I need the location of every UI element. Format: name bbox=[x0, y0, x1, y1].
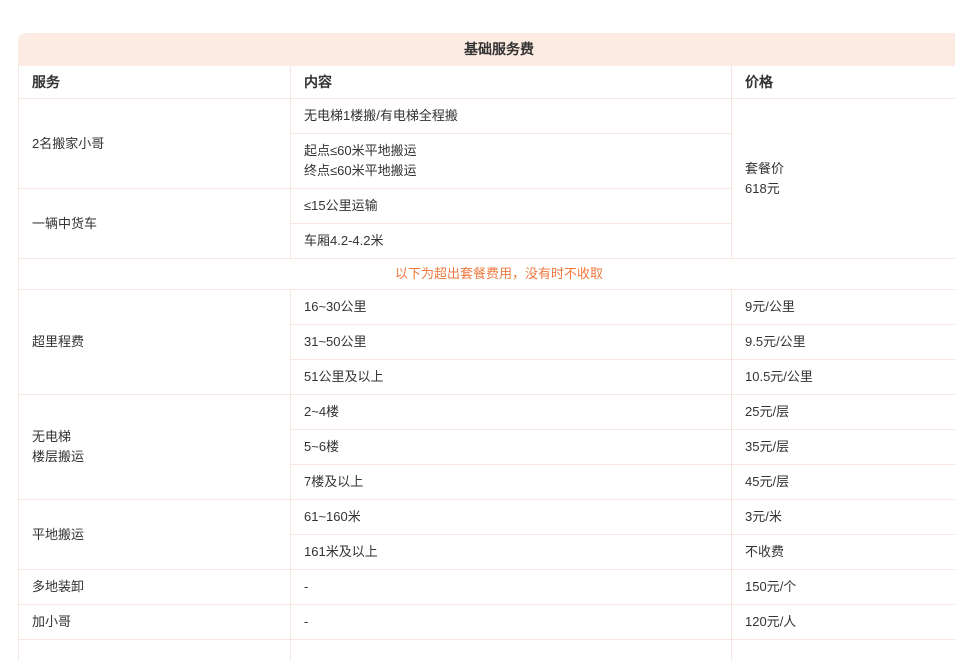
service-cell-mileage: 超里程费 bbox=[19, 290, 291, 395]
content-cell: 起点≤60米平地搬运 终点≤60米平地搬运 bbox=[291, 134, 732, 189]
price-cell: 不收费 bbox=[732, 535, 955, 570]
content-cell: 61~160米 bbox=[291, 500, 732, 535]
col-header-service: 服务 bbox=[19, 66, 291, 99]
table-row: 2名搬家小哥 无电梯1楼搬/有电梯全程搬 套餐价 618元 bbox=[19, 99, 955, 134]
table-row: 无电梯 楼层搬运 2~4楼 25元/层 bbox=[19, 395, 955, 430]
notice-text: 以下为超出套餐费用，没有时不收取 bbox=[19, 259, 955, 290]
content-cell: 5~6楼 bbox=[291, 430, 732, 465]
price-cell: 10.5元/公里 bbox=[732, 360, 955, 395]
service-cell-floors: 无电梯 楼层搬运 bbox=[19, 395, 291, 500]
content-cell: - bbox=[291, 605, 732, 640]
content-cell: 车厢4.2-4.2米 bbox=[291, 224, 732, 259]
table-row: 平地搬运 61~160米 3元/米 bbox=[19, 500, 955, 535]
price-cell: 3元/米 bbox=[732, 500, 955, 535]
content-cell: 31~50公里 bbox=[291, 325, 732, 360]
col-header-price: 价格 bbox=[732, 66, 955, 99]
service-cell-movers: 2名搬家小哥 bbox=[19, 99, 291, 189]
price-cell: 9元/公里 bbox=[732, 290, 955, 325]
price-cell: 35元/层 bbox=[732, 430, 955, 465]
col-header-content: 内容 bbox=[291, 66, 732, 99]
content-cell: 16~30公里 bbox=[291, 290, 732, 325]
table-row: 多地装卸 - 150元/个 bbox=[19, 570, 955, 605]
price-cell: 150元/个 bbox=[732, 570, 955, 605]
content-cell: - bbox=[291, 570, 732, 605]
price-cell: 45元/层 bbox=[732, 465, 955, 500]
column-header-row: 服务 内容 价格 bbox=[19, 66, 955, 99]
price-cell: 9.5元/公里 bbox=[732, 325, 955, 360]
card-title: 基础服务费 bbox=[18, 33, 955, 66]
notice-row: 以下为超出套餐费用，没有时不收取 bbox=[19, 259, 955, 290]
content-cell: 7楼及以上 bbox=[291, 465, 732, 500]
service-cell-multiload: 多地装卸 bbox=[19, 570, 291, 605]
content-cell: 无电梯1楼搬/有电梯全程搬 bbox=[291, 99, 732, 134]
price-cell: 25元/层 bbox=[732, 395, 955, 430]
content-cell: ≤15公里运输 bbox=[291, 189, 732, 224]
price-cell: 120元/人 bbox=[732, 605, 955, 640]
pricing-table: 服务 内容 价格 2名搬家小哥 无电梯1楼搬/有电梯全程搬 套餐价 618元 起… bbox=[18, 66, 955, 660]
service-cell-flat: 平地搬运 bbox=[19, 500, 291, 570]
content-cell: 161米及以上 bbox=[291, 535, 732, 570]
package-price-cell: 套餐价 618元 bbox=[732, 99, 955, 259]
table-row: 超里程费 16~30公里 9元/公里 bbox=[19, 290, 955, 325]
service-cell-truck: 一辆中货车 bbox=[19, 189, 291, 259]
service-cell-extra-mover: 加小哥 bbox=[19, 605, 291, 640]
table-row: 加小哥 - 120元/人 bbox=[19, 605, 955, 640]
content-cell: 2~4楼 bbox=[291, 395, 732, 430]
content-cell: 51公里及以上 bbox=[291, 360, 732, 395]
pricing-card: 基础服务费 服务 内容 价格 2名搬家小哥 无电梯1楼搬/有电梯全程搬 套餐价 … bbox=[18, 33, 955, 660]
